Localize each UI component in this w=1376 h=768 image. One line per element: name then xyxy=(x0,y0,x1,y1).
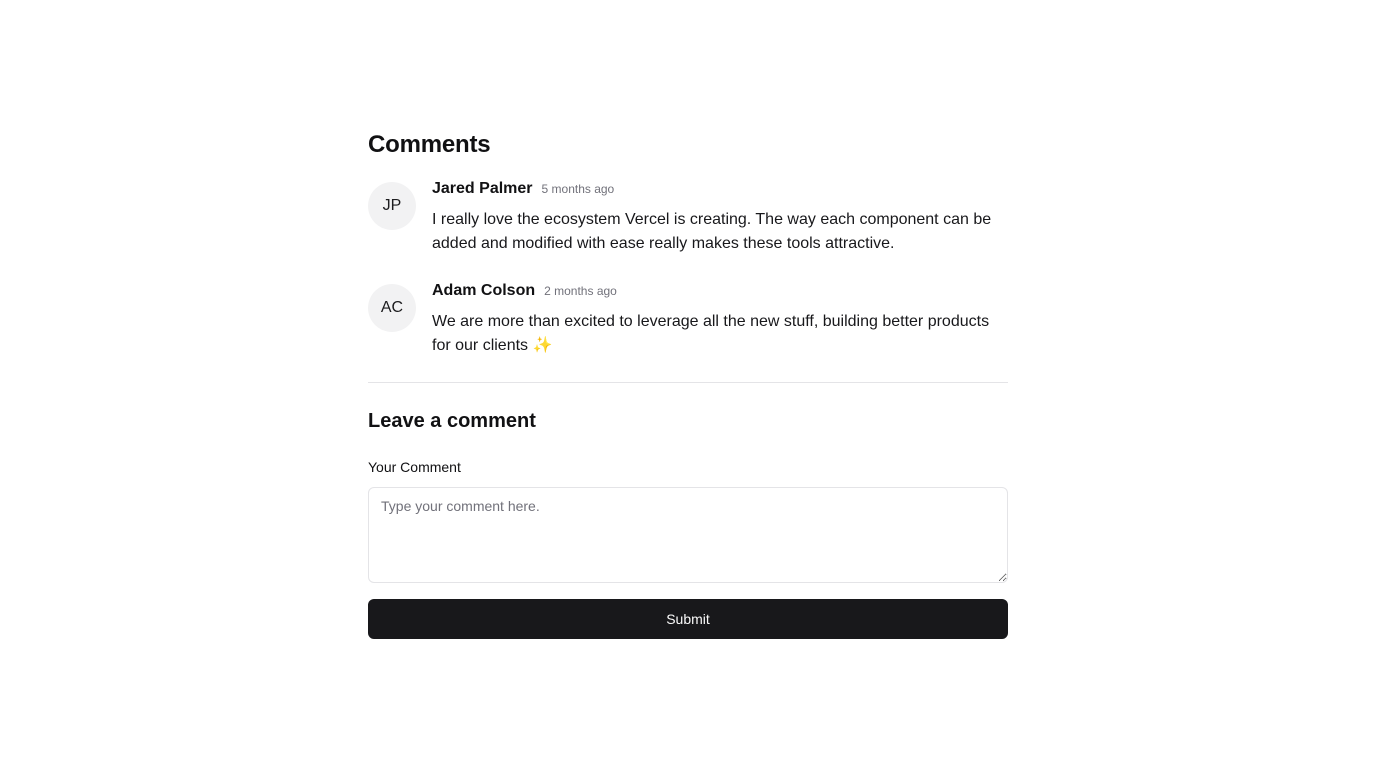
comments-heading: Comments xyxy=(368,131,491,158)
comments-list: JP Jared Palmer 5 months ago I really lo… xyxy=(368,180,1008,358)
comments-container: Comments JP Jared Palmer 5 months ago I … xyxy=(368,128,1008,639)
comment-author: Jared Palmer xyxy=(432,180,533,197)
comment-timestamp: 2 months ago xyxy=(544,284,617,298)
comment-timestamp: 5 months ago xyxy=(541,182,615,196)
comment-author: Adam Colson xyxy=(432,282,536,299)
leave-comment-heading: Leave a comment xyxy=(368,410,536,432)
comment-body: Jared Palmer 5 months ago I really love … xyxy=(432,180,1008,256)
comment-item: AC Adam Colson 2 months ago We are more … xyxy=(368,282,1008,358)
submit-button[interactable]: Submit xyxy=(368,599,1008,639)
comment-text: We are more than excited to leverage all… xyxy=(432,313,990,354)
section-divider xyxy=(368,382,1008,383)
avatar: AC xyxy=(368,284,416,332)
avatar: JP xyxy=(368,182,416,230)
comment-item: JP Jared Palmer 5 months ago I really lo… xyxy=(368,180,1008,256)
comment-field-label: Your Comment xyxy=(368,459,461,475)
comment-text: I really love the ecosystem Vercel is cr… xyxy=(432,211,992,252)
comment-textarea[interactable] xyxy=(368,487,1008,583)
comment-body: Adam Colson 2 months ago We are more tha… xyxy=(432,282,1008,358)
comment-header: Jared Palmer 5 months ago xyxy=(432,180,1008,204)
comment-header: Adam Colson 2 months ago xyxy=(432,282,1008,306)
